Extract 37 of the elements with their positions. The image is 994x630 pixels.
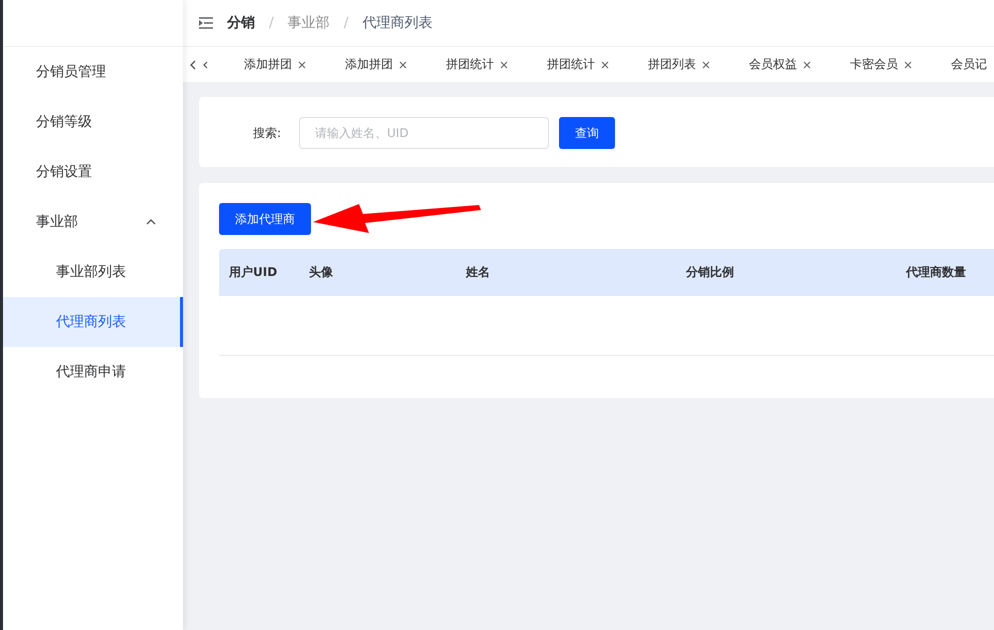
breadcrumb-item: 代理商列表 bbox=[362, 14, 432, 32]
menu-icon[interactable] bbox=[199, 17, 213, 29]
tab[interactable]: 卡密会员 bbox=[830, 56, 931, 73]
column-header: 分销比例 bbox=[684, 264, 735, 281]
sidebar-item[interactable]: 代理商列表 bbox=[3, 297, 183, 347]
add-agent-button[interactable]: 添加代理商 bbox=[219, 203, 311, 235]
close-icon[interactable] bbox=[904, 60, 912, 68]
breadcrumb-separator: / bbox=[269, 15, 274, 31]
tab[interactable]: 拼团统计 bbox=[426, 56, 527, 73]
tab[interactable]: 添加拼团 bbox=[209, 56, 325, 73]
column-header: 用户UID bbox=[228, 264, 278, 281]
sidebar-item[interactable]: 分销设置 bbox=[3, 147, 183, 197]
breadcrumb-separator: / bbox=[344, 15, 348, 31]
sidebar-item[interactable]: 分销员管理 bbox=[3, 47, 183, 97]
close-icon[interactable] bbox=[601, 60, 609, 68]
tab[interactable]: 会员权益 bbox=[729, 56, 830, 73]
chevron-left-icon[interactable] bbox=[201, 60, 209, 70]
close-icon[interactable] bbox=[399, 60, 407, 68]
sidebar-item[interactable]: 事业部 bbox=[3, 197, 183, 247]
close-icon[interactable] bbox=[702, 60, 710, 68]
query-button[interactable]: 查询 bbox=[559, 117, 615, 149]
close-icon[interactable] bbox=[803, 60, 811, 68]
tab[interactable]: 会员记 bbox=[931, 56, 994, 73]
sidebar-item[interactable]: 事业部列表 bbox=[3, 247, 183, 297]
close-icon[interactable] bbox=[298, 60, 306, 68]
column-header: 姓名 bbox=[464, 264, 491, 281]
tab[interactable]: 拼团列表 bbox=[628, 56, 729, 73]
column-header: 代理商数量 bbox=[904, 264, 967, 281]
tab[interactable]: 添加拼团 bbox=[325, 56, 426, 73]
sidebar-item[interactable]: 分销等级 bbox=[3, 97, 183, 147]
tab[interactable]: 拼团统计 bbox=[527, 56, 628, 73]
search-field[interactable]: 请输入姓名、UID bbox=[299, 117, 549, 149]
breadcrumb-item[interactable]: 分销 bbox=[227, 14, 255, 32]
search-label: 搜索: bbox=[252, 124, 281, 142]
column-header: 头像 bbox=[308, 264, 334, 281]
close-icon[interactable] bbox=[500, 60, 508, 68]
sidebar-item[interactable]: 代理商申请 bbox=[3, 347, 183, 397]
